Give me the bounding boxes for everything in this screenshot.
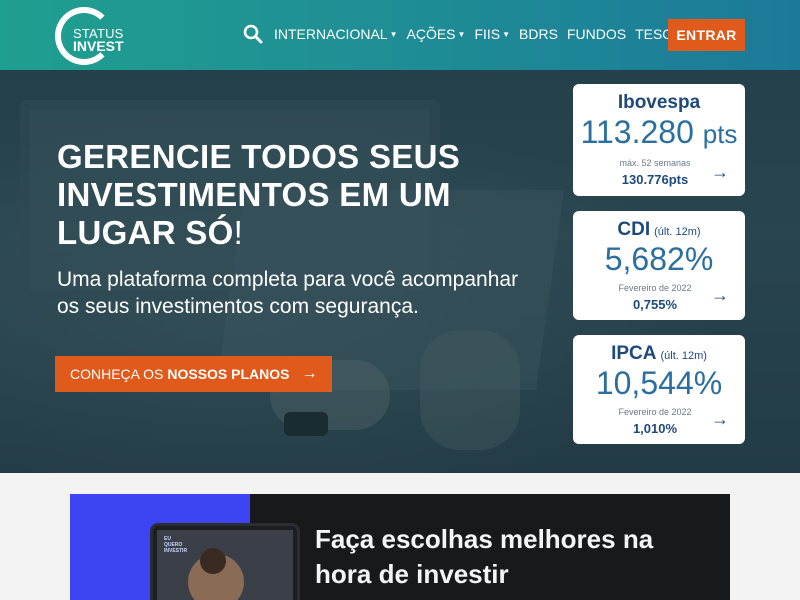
banner-headline: Faça escolhas melhores na hora de invest… [315, 522, 715, 592]
nav-label: FIIS [474, 26, 501, 42]
nav-label: FUNDOS [566, 26, 627, 42]
content-section: EU QUERO INVESTIR Faça escolhas melhores… [0, 473, 800, 600]
plans-cta-button[interactable]: CONHEÇA OS NOSSOS PLANOS → [55, 356, 332, 392]
status-invest-logo[interactable]: STATUS INVEST [55, 7, 135, 65]
promo-banner[interactable]: EU QUERO INVESTIR Faça escolhas melhores… [70, 494, 730, 600]
card-title-text: Ibovespa [617, 92, 701, 113]
card-title: Ibovespa [573, 92, 745, 114]
arrow-right-icon: → [711, 285, 729, 305]
hero-section: GERENCIE TODOS SEUS INVESTIMENTOS EM UM … [0, 70, 800, 473]
card-note: Fevereiro de 2022 [618, 283, 692, 293]
chevron-down-icon: ▼ [457, 29, 466, 39]
card-title: IPCA (últ. 12m) [573, 343, 745, 365]
search-icon[interactable] [240, 21, 266, 47]
hero-title-exclamation: ! [233, 214, 244, 251]
chevron-down-icon: ▼ [502, 29, 511, 39]
nav-label: INTERNACIONAL [274, 26, 388, 42]
card-note: máx. 52 semanas [619, 158, 691, 168]
card-value-unit: pts [702, 119, 738, 149]
main-nav: INTERNACIONAL ▼ AÇÕES ▼ FIIS ▼ BDRS FUNDOS … [240, 17, 713, 51]
hero-title-line2: INVESTIMENTOS EM UM [57, 176, 451, 213]
cta-prefix: CONHEÇA OS [70, 366, 164, 382]
card-title: CDI (últ. 12m) [573, 219, 745, 241]
banner-headline-line2: hora de investir [315, 559, 509, 589]
card-value: 5,682% [604, 241, 714, 277]
nav-item-internacional[interactable]: INTERNACIONAL ▼ [274, 26, 398, 42]
cdi-card[interactable]: CDI (últ. 12m) 5,682% Fevereiro de 2022 0… [573, 211, 745, 320]
arrow-right-icon: → [301, 365, 318, 382]
nav-item-fiis[interactable]: FIIS ▼ [474, 26, 510, 42]
nav-item-bdrs[interactable]: BDRS [519, 26, 558, 42]
card-sub-value: 1,010% [632, 421, 678, 436]
nav-label: BDRS [519, 26, 558, 42]
nav-item-fundos[interactable]: FUNDOS [567, 26, 626, 42]
card-sub-value: 130.776pts [621, 172, 689, 187]
card-title-text: IPCA [611, 343, 657, 364]
arrow-right-icon: → [711, 162, 729, 182]
card-title-qualifier: (últ. 12m) [654, 226, 701, 238]
card-sub-value: 0,755% [632, 297, 678, 312]
hero-title-line3-text: LUGAR SÓ [57, 214, 234, 251]
hero-title-line1: GERENCIE TODOS SEUS [57, 138, 461, 175]
card-value-number: 113.280 [580, 114, 694, 150]
card-value: 10,544% [595, 365, 723, 401]
banner-person-head [200, 548, 226, 574]
nav-label: AÇÕES [406, 26, 456, 42]
card-note: Fevereiro de 2022 [618, 407, 692, 417]
ibovespa-card[interactable]: Ibovespa 113.280 pts máx. 52 semanas 130… [573, 84, 745, 196]
site-header: STATUS INVEST INTERNACIONAL ▼ AÇÕES ▼ FIIS… [0, 0, 800, 70]
tablet-text-line3: INVESTIR [164, 548, 188, 554]
banner-headline-line1: Faça escolhas melhores na [315, 524, 654, 554]
logo-text-invest: INVEST [73, 38, 124, 54]
cta-strong: NOSSOS PLANOS [167, 366, 290, 382]
hero-subtitle: Uma plataforma completa para você acompa… [57, 268, 519, 318]
login-button[interactable]: ENTRAR [668, 19, 745, 51]
nav-item-acoes[interactable]: AÇÕES ▼ [407, 26, 466, 42]
ipca-card[interactable]: IPCA (últ. 12m) 10,544% Fevereiro de 2022… [573, 335, 745, 444]
chevron-down-icon: ▼ [389, 29, 398, 39]
hero-title-line3: LUGAR SÓ! [57, 214, 527, 252]
card-title-qualifier: (últ. 12m) [660, 350, 707, 362]
card-title-text: CDI [617, 219, 651, 240]
card-value: 113.280 pts [573, 114, 745, 151]
hero-title: GERENCIE TODOS SEUS INVESTIMENTOS EM UM … [57, 138, 527, 252]
banner-tablet-text: EU QUERO INVESTIR [164, 536, 187, 554]
arrow-right-icon: → [711, 409, 729, 429]
